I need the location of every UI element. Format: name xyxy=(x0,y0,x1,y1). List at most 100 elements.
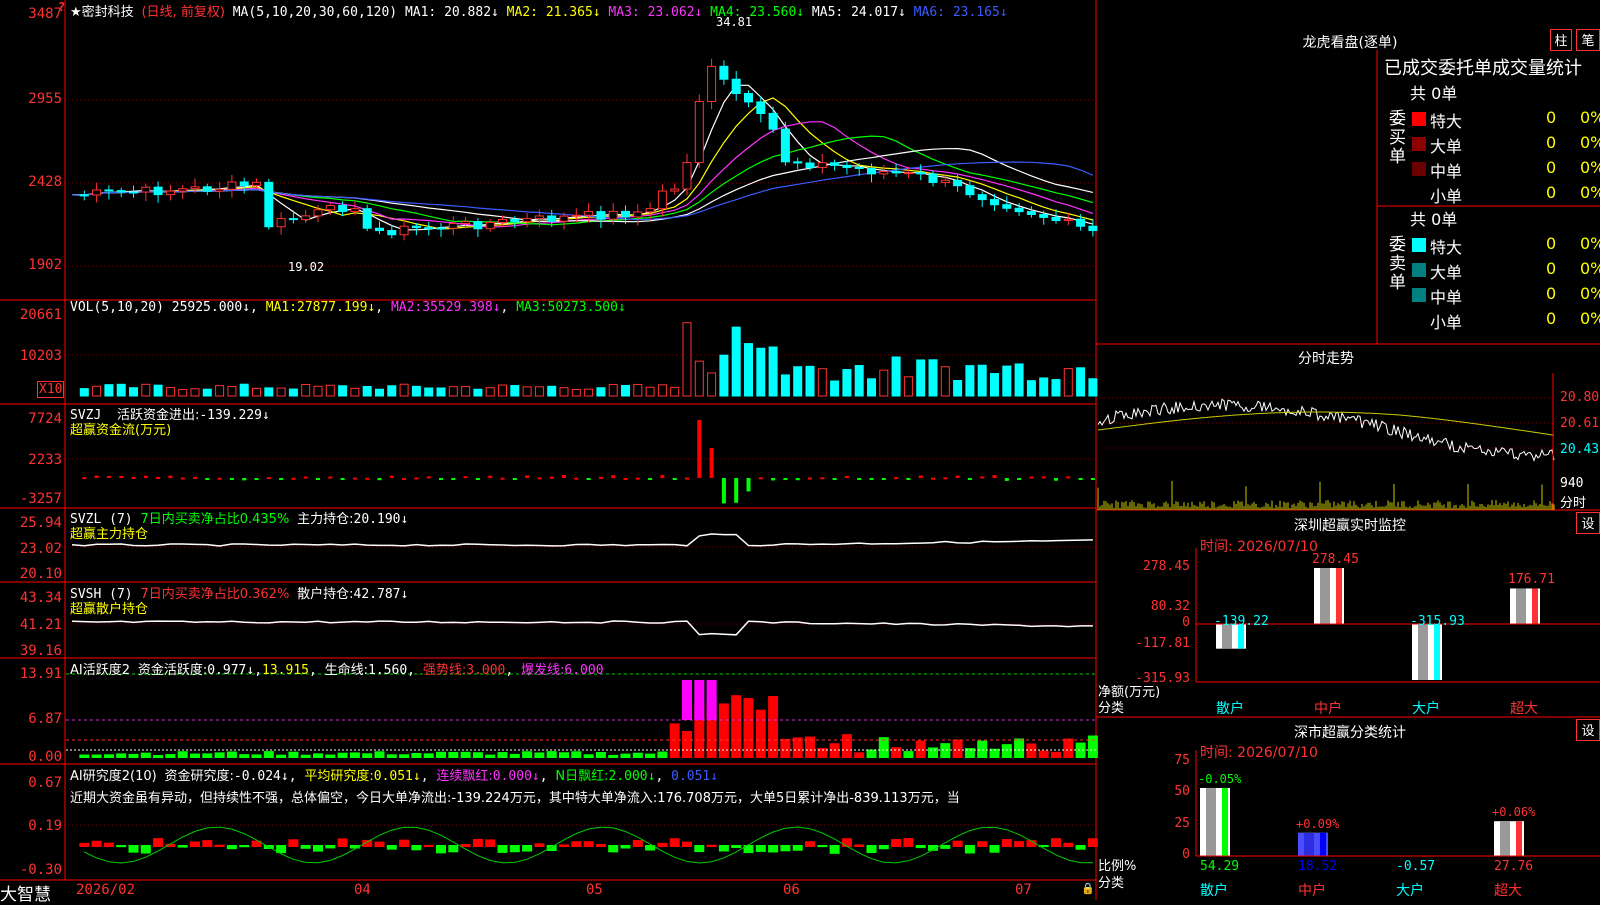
ma-readout: MA5: 24.017↓ xyxy=(804,5,906,20)
classify-y-tick: 75 xyxy=(1174,753,1190,768)
svzl-ratio: 7日内买卖净占比0.435% xyxy=(140,512,290,527)
y-tick: 0.19 xyxy=(28,818,62,834)
candle-body xyxy=(387,230,397,236)
volume-bar xyxy=(793,366,803,397)
monitor-category-label[interactable]: 超大 xyxy=(1510,698,1538,718)
monitor-category-label[interactable]: 大户 xyxy=(1412,698,1440,718)
vol-value: 25925.000↓ xyxy=(171,300,251,315)
research-bar xyxy=(1001,838,1012,847)
candle-body xyxy=(842,164,852,168)
fund-flow-bar xyxy=(562,475,566,478)
candle-body xyxy=(596,211,606,220)
activity-bar xyxy=(571,751,582,758)
volume-bar xyxy=(153,384,163,397)
classify-category-label[interactable]: 大户 xyxy=(1396,880,1424,900)
research-bar xyxy=(792,845,803,851)
volume-bar xyxy=(891,356,901,397)
candle-body xyxy=(879,171,889,175)
research-bar xyxy=(103,842,114,847)
candle-body xyxy=(1039,213,1049,218)
volume-bar xyxy=(977,364,987,397)
order-row-sell: 大单 0 0% xyxy=(1410,257,1600,282)
chart-mode[interactable]: (日线, 前复权) xyxy=(141,5,224,20)
candle-body xyxy=(977,194,987,201)
volume-bar xyxy=(387,385,397,397)
bar-mode-button[interactable]: 柱 xyxy=(1550,29,1572,51)
volume-bar xyxy=(411,385,421,397)
candle-body xyxy=(461,221,471,225)
candle-body xyxy=(264,181,274,228)
activity-bar xyxy=(522,751,533,758)
volume-bar xyxy=(141,383,151,397)
volume-bar xyxy=(719,354,729,397)
app-logo: 大智慧 xyxy=(0,885,51,905)
fund-flow-bar xyxy=(205,478,210,480)
candle-body xyxy=(350,208,360,212)
candle-body xyxy=(768,112,778,130)
activity-bar xyxy=(313,753,323,758)
tick-mode-button[interactable]: 笔 xyxy=(1576,29,1600,51)
candle-body xyxy=(325,205,335,211)
activity-bar xyxy=(153,754,164,758)
volume-bar xyxy=(645,386,655,397)
candle-body xyxy=(707,65,717,103)
candle-body xyxy=(239,181,249,187)
candle-body xyxy=(608,210,618,220)
lock-icon[interactable]: 🔒 xyxy=(1081,882,1095,895)
stock-name[interactable]: ★密封科技 xyxy=(70,5,134,20)
candle-body xyxy=(633,211,643,218)
volume-bar xyxy=(227,385,237,397)
research-bar xyxy=(177,845,188,848)
activity-bar xyxy=(915,740,926,758)
fund-flow-bar xyxy=(352,477,357,480)
y-tick: 0.67 xyxy=(28,775,62,791)
volume-bar xyxy=(215,385,225,397)
monitor-bar-edge xyxy=(1532,588,1538,624)
research-bar xyxy=(546,845,557,852)
order-size-label: 特大 xyxy=(1430,238,1463,257)
classify-category-label[interactable]: 中户 xyxy=(1298,880,1326,900)
classify-settings-button[interactable]: 设 xyxy=(1576,719,1600,741)
monitor-settings-button[interactable]: 设 xyxy=(1576,512,1600,534)
x-tick: 04 xyxy=(354,882,371,898)
volume-bar xyxy=(682,322,692,397)
activity-bar xyxy=(485,754,496,758)
order-size-label: 特大 xyxy=(1430,112,1463,131)
activity-bar xyxy=(768,696,779,758)
fund-flow-bar xyxy=(832,478,837,480)
fund-flow-bar xyxy=(869,478,874,480)
activity-bar xyxy=(595,751,606,758)
activity-bar xyxy=(940,743,951,758)
candle-body xyxy=(215,188,225,192)
volume-bar xyxy=(264,387,274,397)
monitor-category-label[interactable]: 中户 xyxy=(1314,698,1342,718)
fund-flow-bar xyxy=(119,475,124,478)
monitor-category-label[interactable]: 散户 xyxy=(1216,698,1244,718)
vol-unit-badge[interactable]: X10 xyxy=(37,381,65,398)
fund-flow-bar xyxy=(82,477,87,480)
fund-flow-bar xyxy=(451,478,456,480)
vol-ma3: 50273.500↓ xyxy=(547,300,626,315)
volume-bar xyxy=(165,387,175,397)
volume-bar xyxy=(301,383,311,397)
monitor-y-tick: -117.81 xyxy=(1135,635,1190,651)
fund-flow-bar xyxy=(426,476,431,479)
svzl-label: 主力持仓: xyxy=(297,512,354,527)
classify-category-label[interactable]: 超大 xyxy=(1494,880,1522,900)
research-bar xyxy=(226,845,237,850)
order-pct: 0% xyxy=(1580,183,1600,202)
research-bar xyxy=(608,845,619,853)
research-bar xyxy=(964,845,975,854)
volume-bar xyxy=(731,326,741,397)
volume-bar xyxy=(916,359,926,397)
life-label: 生命线: xyxy=(324,663,369,678)
activity-bar xyxy=(583,754,594,758)
classify-category-label[interactable]: 散户 xyxy=(1200,880,1228,900)
y-tick: 1902 xyxy=(28,257,62,273)
fund-flow-bar xyxy=(168,475,173,478)
activity-bar xyxy=(682,680,692,720)
candle-body xyxy=(793,161,803,164)
order-pct: 0% xyxy=(1580,133,1600,152)
volume-bar xyxy=(940,366,950,397)
candle-body xyxy=(534,215,544,220)
